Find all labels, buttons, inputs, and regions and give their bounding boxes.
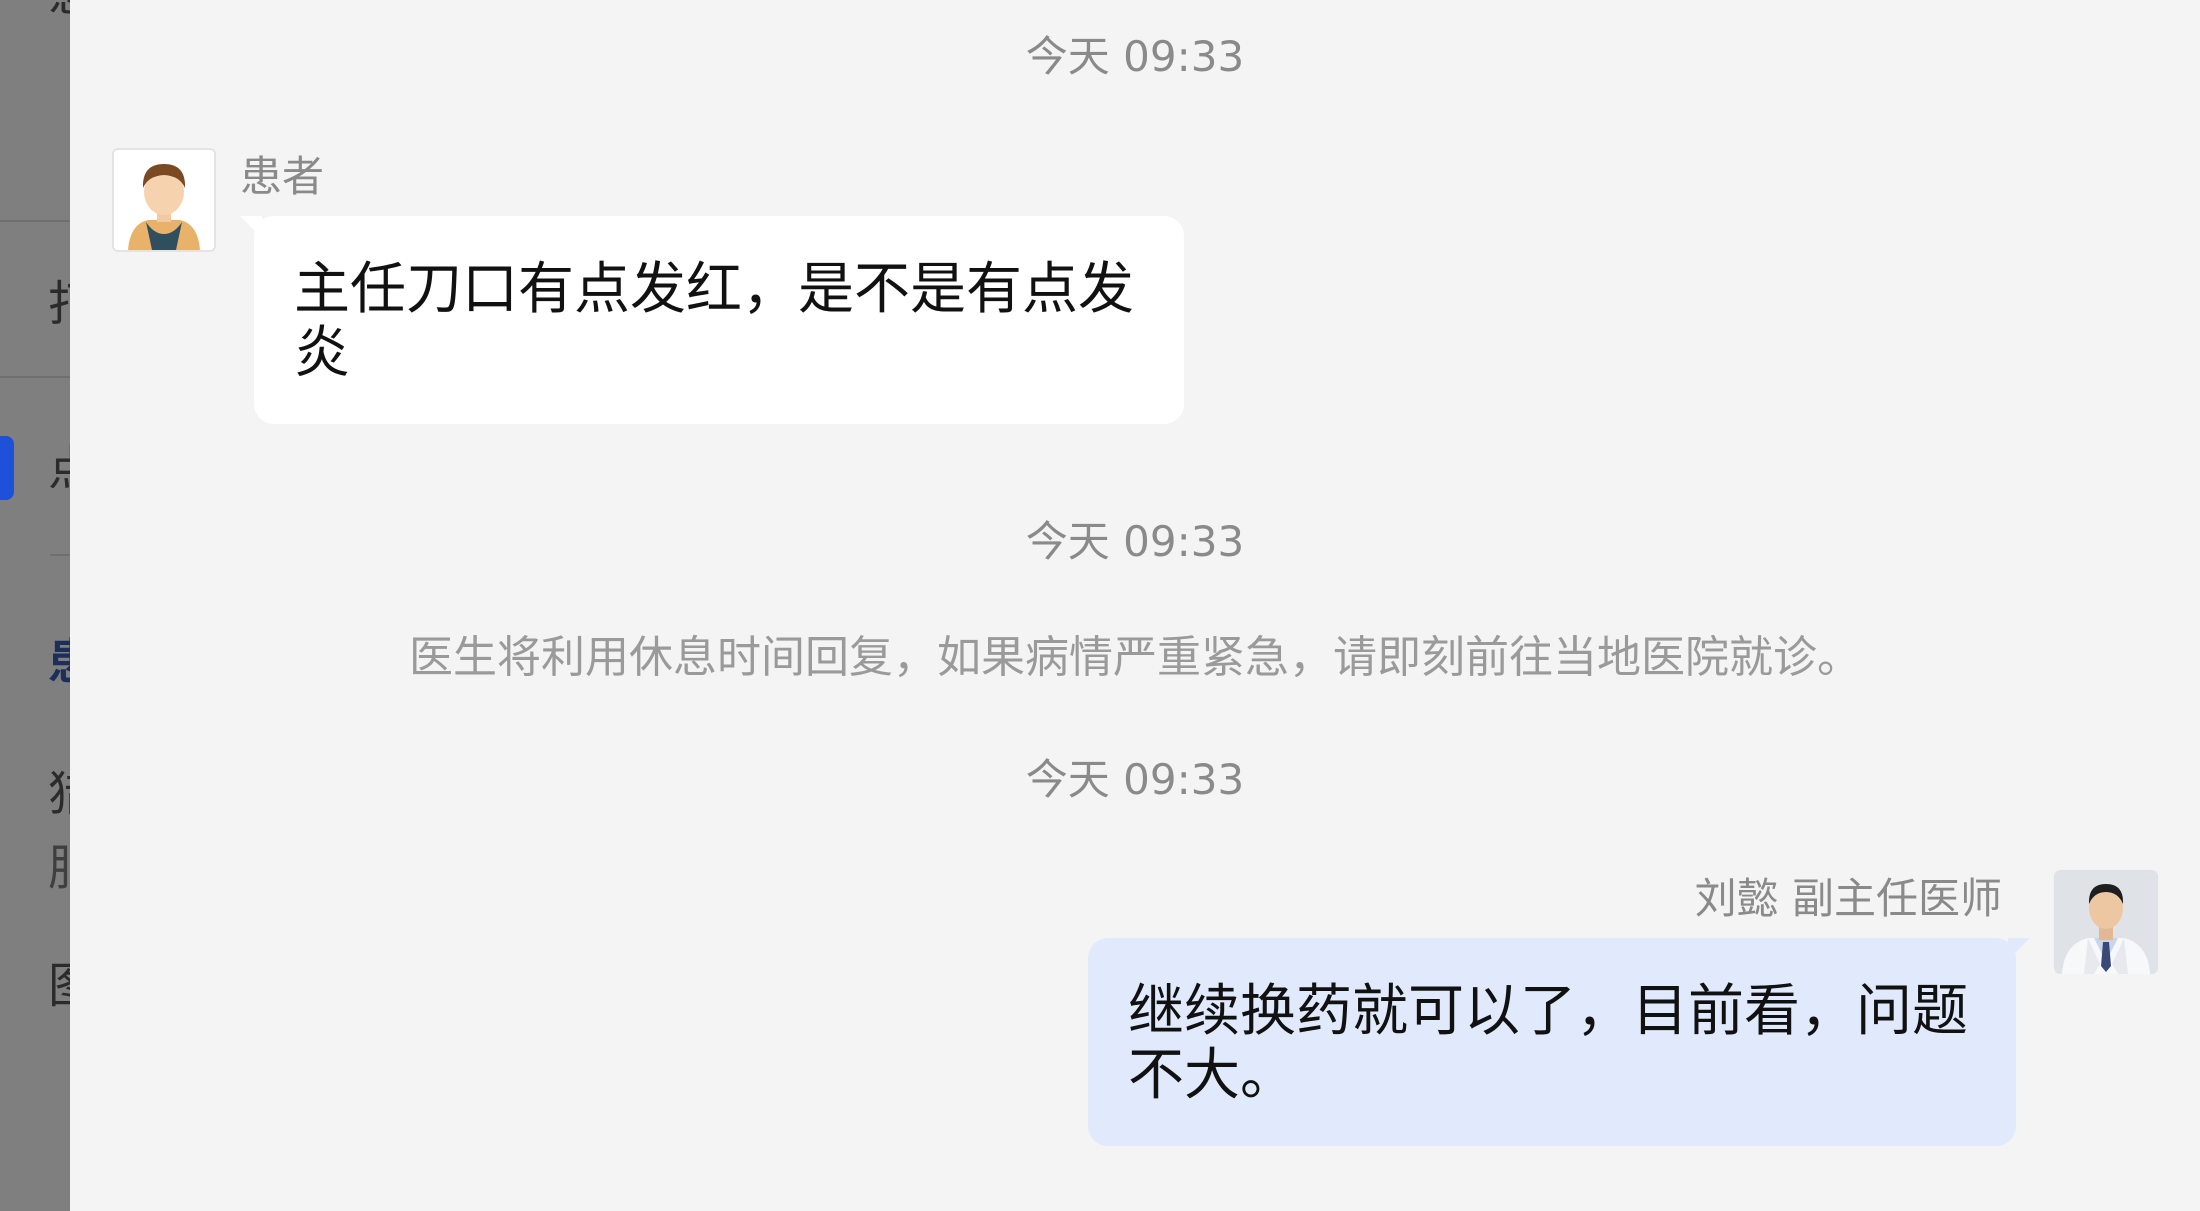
background-text: 患 xyxy=(48,638,70,686)
message-timestamp: 今天 09:33 xyxy=(1025,32,1245,81)
system-notice: 医生将利用休息时间回复，如果病情严重紧急，请即刻前往当地医院就诊。 xyxy=(409,632,1861,683)
sender-name: 患者 xyxy=(240,152,325,201)
message-timestamp: 今天 09:33 xyxy=(1025,517,1245,566)
background-text: 猎 xyxy=(48,770,70,818)
background-text: 服 xyxy=(48,844,70,892)
selection-indicator xyxy=(0,436,14,500)
doctor-avatar-icon[interactable] xyxy=(2054,870,2158,974)
divider xyxy=(0,376,70,378)
message-text: 主任刀口有点发红，是不是有点发炎 xyxy=(294,257,1134,386)
background-text: 患 xyxy=(48,0,70,18)
patient-avatar-icon-graphic xyxy=(114,150,214,250)
divider xyxy=(50,554,70,556)
patient-avatar-icon[interactable] xyxy=(112,148,216,252)
doctor-avatar-icon-graphic xyxy=(2054,870,2158,974)
message-timestamp: 今天 09:33 xyxy=(1025,755,1245,804)
chat-panel[interactable]: 今天 09:33 患者 主任刀口有点发红，是不是有点发炎 今天 09:33 医生… xyxy=(70,0,2200,1211)
background-page-strip: 患 打 点 患 猎 服 图 xyxy=(0,0,70,1211)
background-text: 图 xyxy=(48,962,70,1010)
sender-name: 刘懿 副主任医师 xyxy=(1694,874,2002,923)
message-bubble-incoming[interactable]: 主任刀口有点发红，是不是有点发炎 xyxy=(240,216,1184,424)
background-text: 打 xyxy=(48,280,70,328)
message-bubble-outgoing[interactable]: 继续换药就可以了，目前看，问题不大。 xyxy=(1088,938,2030,1146)
divider xyxy=(0,220,70,222)
background-text: 点 xyxy=(48,444,70,492)
message-text: 继续换药就可以了，目前看，问题不大。 xyxy=(1128,979,1968,1108)
